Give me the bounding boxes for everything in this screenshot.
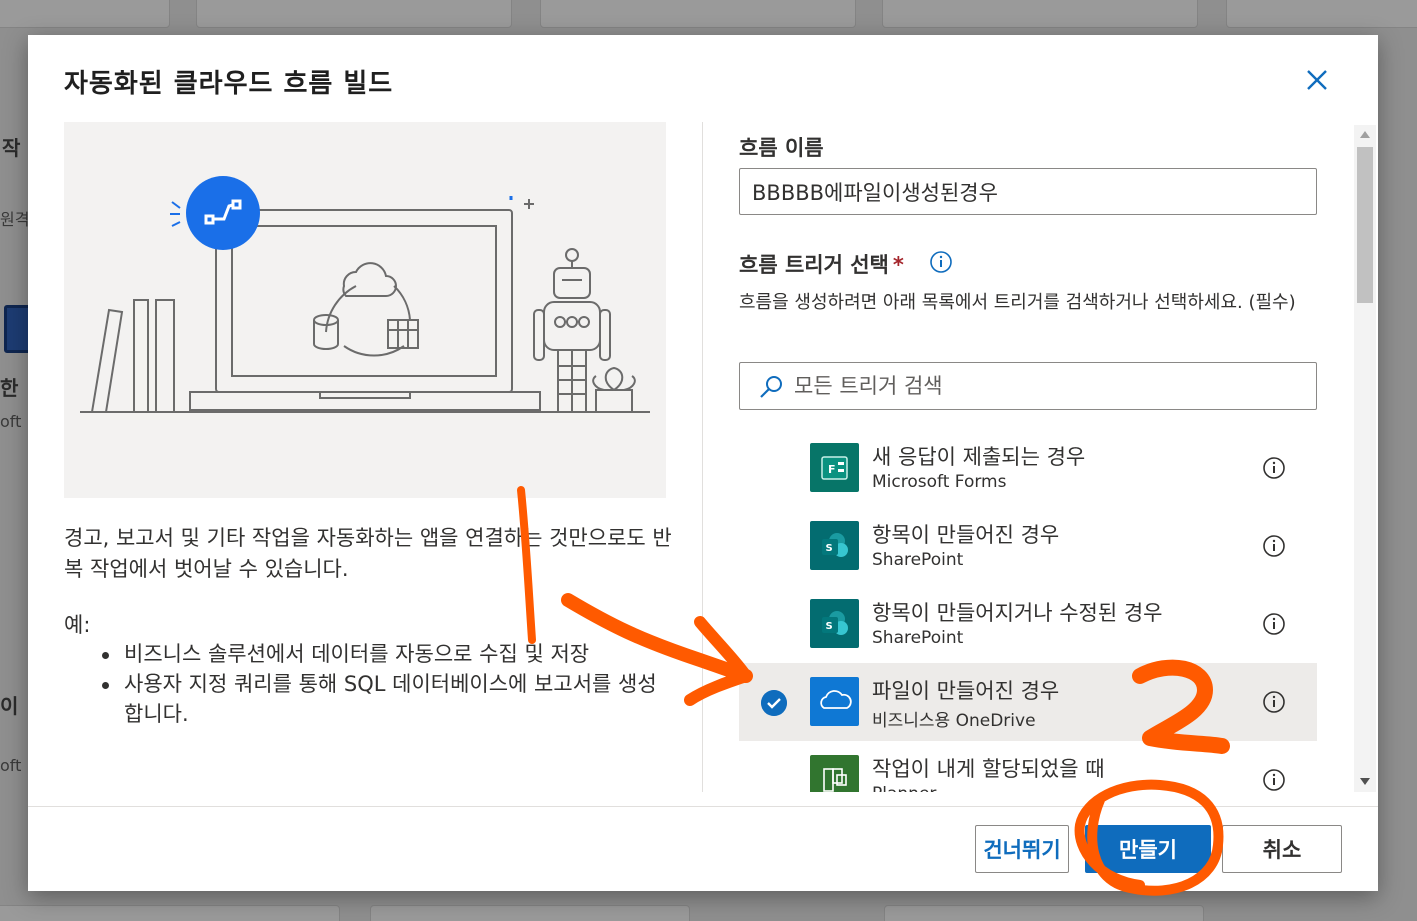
- sharepoint-icon: S: [810, 599, 859, 648]
- info-icon[interactable]: [1262, 768, 1286, 792]
- background-text: 이: [0, 694, 19, 718]
- info-icon[interactable]: [1262, 690, 1286, 714]
- example-list: 비즈니스 솔루션에서 데이터를 자동으로 수집 및 저장 사용자 지정 쿼리를 …: [100, 639, 670, 729]
- close-icon[interactable]: [1302, 65, 1332, 95]
- trigger-title: 항목이 만들어지거나 수정된 경우: [872, 601, 1163, 625]
- background-card: [370, 905, 690, 921]
- trigger-list-scrollbar[interactable]: [1354, 125, 1376, 792]
- background-text: oft: [0, 756, 22, 775]
- trigger-connector: Planner: [872, 784, 936, 792]
- pane-divider: [702, 122, 703, 792]
- trigger-item-onedrive-file-created[interactable]: 파일이 만들어진 경우 비즈니스용 OneDrive: [739, 663, 1317, 741]
- background-text: 원격: [0, 210, 30, 229]
- trigger-connector: 비즈니스용 OneDrive: [872, 711, 1036, 731]
- search-icon: [760, 376, 782, 398]
- background-text: 한: [0, 376, 19, 400]
- dialog-title: 자동화된 클라우드 흐름 빌드: [64, 69, 394, 99]
- dialog-description: 경고, 보고서 및 기타 작업을 자동화하는 앱을 연결하는 것만으로도 반복 …: [64, 526, 672, 581]
- background-card: [0, 0, 170, 28]
- scroll-up-icon[interactable]: [1359, 129, 1371, 139]
- scroll-thumb[interactable]: [1357, 147, 1373, 303]
- planner-icon: [810, 755, 859, 792]
- background-card: [884, 905, 1204, 921]
- svg-text:S: S: [826, 543, 833, 554]
- trigger-list: F 새 응답이 제출되는 경우 Microsoft Forms S 항목이 만들…: [739, 429, 1317, 792]
- create-flow-dialog: 자동화된 클라우드 흐름 빌드 경고, 보고서 및 기타 작업을 자동화하는 앱…: [28, 35, 1378, 891]
- trigger-item-sharepoint-created[interactable]: S 항목이 만들어진 경우 SharePoint: [739, 507, 1317, 585]
- background-card: [540, 0, 856, 28]
- background-card: [196, 0, 512, 28]
- trigger-connector: SharePoint: [872, 550, 964, 570]
- onedrive-icon: [810, 677, 859, 726]
- background-text: 작: [2, 136, 21, 160]
- info-icon[interactable]: [1262, 612, 1286, 636]
- flow-name-input[interactable]: [739, 168, 1317, 215]
- svg-text:S: S: [826, 621, 833, 632]
- example-item: 비즈니스 솔루션에서 데이터를 자동으로 수집 및 저장: [100, 639, 670, 669]
- trigger-connector: Microsoft Forms: [872, 472, 1007, 492]
- flow-name-label: 흐름 이름: [739, 136, 824, 160]
- svg-text:F: F: [828, 463, 836, 476]
- example-item: 사용자 지정 쿼리를 통해 SQL 데이터베이스에 보고서를 생성합니다.: [100, 669, 670, 729]
- checkmark-icon: [761, 690, 787, 716]
- laptop-robot-illustration: [80, 176, 650, 413]
- background-text: oft: [0, 412, 22, 431]
- info-icon[interactable]: [929, 250, 953, 274]
- trigger-help-text: 흐름을 생성하려면 아래 목록에서 트리거를 검색하거나 선택하세요. (필수): [739, 292, 1296, 313]
- skip-button[interactable]: 건너뛰기: [975, 825, 1069, 873]
- trigger-item-forms[interactable]: F 새 응답이 제출되는 경우 Microsoft Forms: [739, 429, 1317, 507]
- trigger-title: 새 응답이 제출되는 경우: [872, 445, 1086, 469]
- trigger-title: 항목이 만들어진 경우: [872, 523, 1060, 547]
- example-label: 예:: [64, 613, 91, 637]
- trigger-search-input[interactable]: [794, 369, 1294, 403]
- required-mark: *: [892, 253, 904, 277]
- sharepoint-icon: S: [810, 521, 859, 570]
- background-card: [1226, 0, 1417, 28]
- trigger-title: 파일이 만들어진 경우: [872, 679, 1060, 703]
- cancel-button[interactable]: 취소: [1222, 825, 1342, 873]
- info-icon[interactable]: [1262, 456, 1286, 480]
- forms-icon: F: [810, 443, 859, 492]
- info-icon[interactable]: [1262, 534, 1286, 558]
- trigger-search-box[interactable]: [739, 362, 1317, 410]
- footer-divider: [28, 806, 1378, 807]
- background-card: [0, 905, 340, 921]
- trigger-label: 흐름 트리거 선택 *: [739, 249, 904, 279]
- trigger-item-planner[interactable]: 작업이 내게 할당되었을 때 Planner: [739, 741, 1317, 792]
- trigger-connector: SharePoint: [872, 628, 964, 648]
- trigger-title: 작업이 내게 할당되었을 때: [872, 757, 1105, 781]
- scroll-down-icon[interactable]: [1359, 777, 1371, 787]
- trigger-label-text: 흐름 트리거 선택: [739, 253, 889, 277]
- create-button[interactable]: 만들기: [1085, 825, 1211, 873]
- background-card: [882, 0, 1198, 28]
- flow-illustration: [64, 122, 666, 498]
- trigger-item-sharepoint-modified[interactable]: S 항목이 만들어지거나 수정된 경우 SharePoint: [739, 585, 1317, 663]
